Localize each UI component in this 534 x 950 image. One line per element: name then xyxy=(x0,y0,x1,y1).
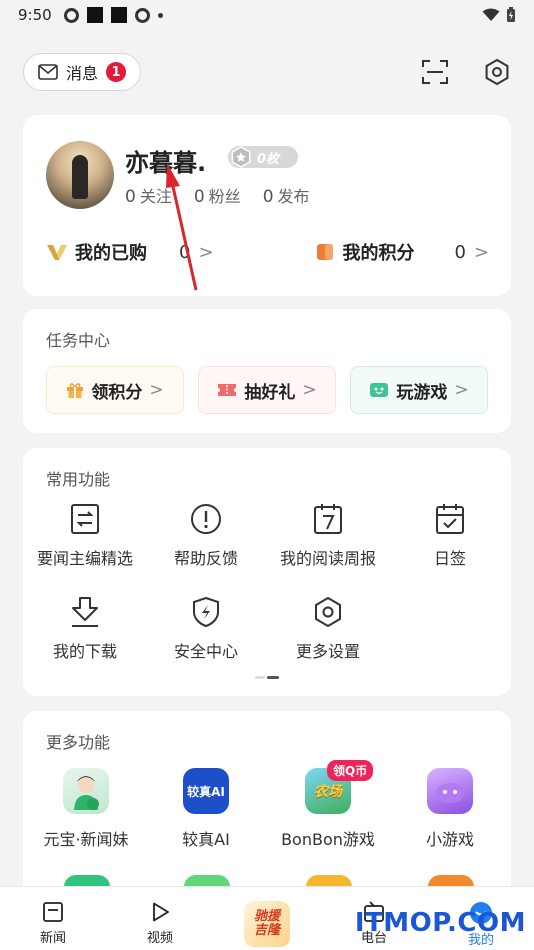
help-feedback-icon xyxy=(191,504,221,534)
earn-points-button[interactable]: 领积分 > xyxy=(46,366,184,414)
security-center-item[interactable]: 安全中心 xyxy=(145,596,267,662)
unread-badge: 1 xyxy=(106,62,127,82)
task-center-card: 任务中心 领积分 > 抽好礼 > 玩游戏 > xyxy=(23,309,511,433)
status-system-icons xyxy=(482,7,516,23)
messages-button[interactable]: 消息 1 xyxy=(23,53,142,91)
bonbon-game-icon: 农场 领Q币 xyxy=(305,760,374,814)
profile-stats: 0 关注 0 粉丝 0 发布 xyxy=(125,183,310,207)
common-functions-card: 常用功能 要闻主编精选 帮助反馈 我的阅读周报 日签 我的下载 安全中心 更多设… xyxy=(23,448,511,696)
q-coin-badge: 领Q币 xyxy=(327,760,374,781)
top-bar: 消息 1 xyxy=(23,52,511,92)
settings-icon[interactable] xyxy=(483,58,511,86)
ticket-icon xyxy=(218,384,237,396)
battery-icon xyxy=(507,7,515,22)
points-count: 0 xyxy=(454,241,466,263)
center-event-logo[interactable]: 驰援吉隆 xyxy=(244,901,290,947)
chevron-right-icon: > xyxy=(149,380,164,400)
yuanbao-news-icon xyxy=(63,768,109,814)
downloads-item[interactable]: 我的下载 xyxy=(24,596,146,662)
purchased-label: 我的已购 xyxy=(75,243,147,264)
chevron-right-icon: > xyxy=(198,241,214,263)
mini-game-item[interactable]: 小游戏 xyxy=(389,768,511,850)
task-center-title: 任务中心 xyxy=(46,331,111,350)
jiaozhen-ai-item[interactable]: 较真AI 较真AI xyxy=(145,768,267,850)
common-functions-title: 常用功能 xyxy=(46,470,111,489)
purchased-count: 0 xyxy=(179,241,191,263)
lucky-draw-button[interactable]: 抽好礼 > xyxy=(198,366,336,414)
settings-hexagon-icon xyxy=(315,596,341,628)
app-notification-icon xyxy=(86,7,103,23)
nav-video[interactable]: 视频 xyxy=(125,901,195,946)
chevron-right-icon: > xyxy=(473,241,489,263)
nav-news[interactable]: 新闻 xyxy=(18,901,88,946)
download-icon xyxy=(72,597,98,627)
app-notification-icon xyxy=(134,7,150,23)
chevron-right-icon: > xyxy=(302,380,317,400)
scan-icon[interactable] xyxy=(421,58,449,86)
watermark-text: ITMOP.COM xyxy=(354,908,526,938)
wifi-icon xyxy=(482,8,500,21)
editor-pick-icon xyxy=(71,504,99,534)
v-badge-icon xyxy=(47,245,67,260)
news-icon xyxy=(43,902,63,922)
gift-icon xyxy=(67,383,84,398)
stat-fans[interactable]: 0 粉丝 xyxy=(194,183,241,207)
weekly-report-icon xyxy=(314,504,342,534)
status-time: 9:50 xyxy=(18,6,52,24)
jiaozhen-ai-icon: 较真AI xyxy=(183,768,229,814)
stat-following[interactable]: 0 关注 xyxy=(125,183,172,207)
medal-icon xyxy=(231,146,251,168)
more-functions-title: 更多功能 xyxy=(46,733,111,752)
more-notifications-icon xyxy=(157,12,163,18)
security-shield-icon xyxy=(193,596,219,628)
purchased-entry[interactable]: 我的已购 0 > xyxy=(46,239,214,265)
avatar[interactable] xyxy=(46,141,114,209)
yuanbao-news-item[interactable]: 元宝·新闻妹 xyxy=(25,768,147,850)
status-notification-icons xyxy=(63,7,163,23)
play-games-button[interactable]: 玩游戏 > xyxy=(350,366,488,414)
points-label: 我的积分 xyxy=(342,243,415,264)
app-notification-icon xyxy=(110,7,127,23)
game-face-icon xyxy=(370,383,389,397)
medal-count: 0枚 xyxy=(257,151,280,167)
editor-pick-item[interactable]: 要闻主编精选 xyxy=(24,503,146,569)
daily-sign-item[interactable]: 日签 xyxy=(389,503,511,569)
help-feedback-item[interactable]: 帮助反馈 xyxy=(145,503,267,569)
daily-sign-icon xyxy=(436,504,464,534)
chevron-right-icon: > xyxy=(454,380,469,400)
profile-card: 亦暮暮. 0枚 0 关注 0 粉丝 0 发布 我的已购 0 > 我的积分 0 > xyxy=(23,115,511,296)
weekly-report-item[interactable]: 我的阅读周报 xyxy=(267,503,389,569)
username[interactable]: 亦暮暮. xyxy=(125,143,206,178)
mini-game-icon xyxy=(427,768,473,814)
messages-label: 消息 xyxy=(66,64,99,83)
stat-posts[interactable]: 0 发布 xyxy=(263,183,310,207)
more-settings-item[interactable]: 更多设置 xyxy=(267,596,389,662)
more-functions-card: 更多功能 元宝·新闻妹 较真AI 较真AI 农场 领Q币 BonBon游戏 小游… xyxy=(23,711,511,911)
video-play-icon xyxy=(153,902,169,922)
page-indicator xyxy=(255,676,279,679)
medal-badge[interactable]: 0枚 xyxy=(228,146,298,168)
points-book-icon xyxy=(317,244,334,260)
app-notification-icon xyxy=(63,7,79,23)
status-bar: 9:50 xyxy=(0,0,534,30)
mail-icon xyxy=(38,64,58,80)
points-entry[interactable]: 我的积分 0 > xyxy=(316,239,489,265)
bonbon-game-item[interactable]: 农场 领Q币 BonBon游戏 xyxy=(267,760,389,850)
